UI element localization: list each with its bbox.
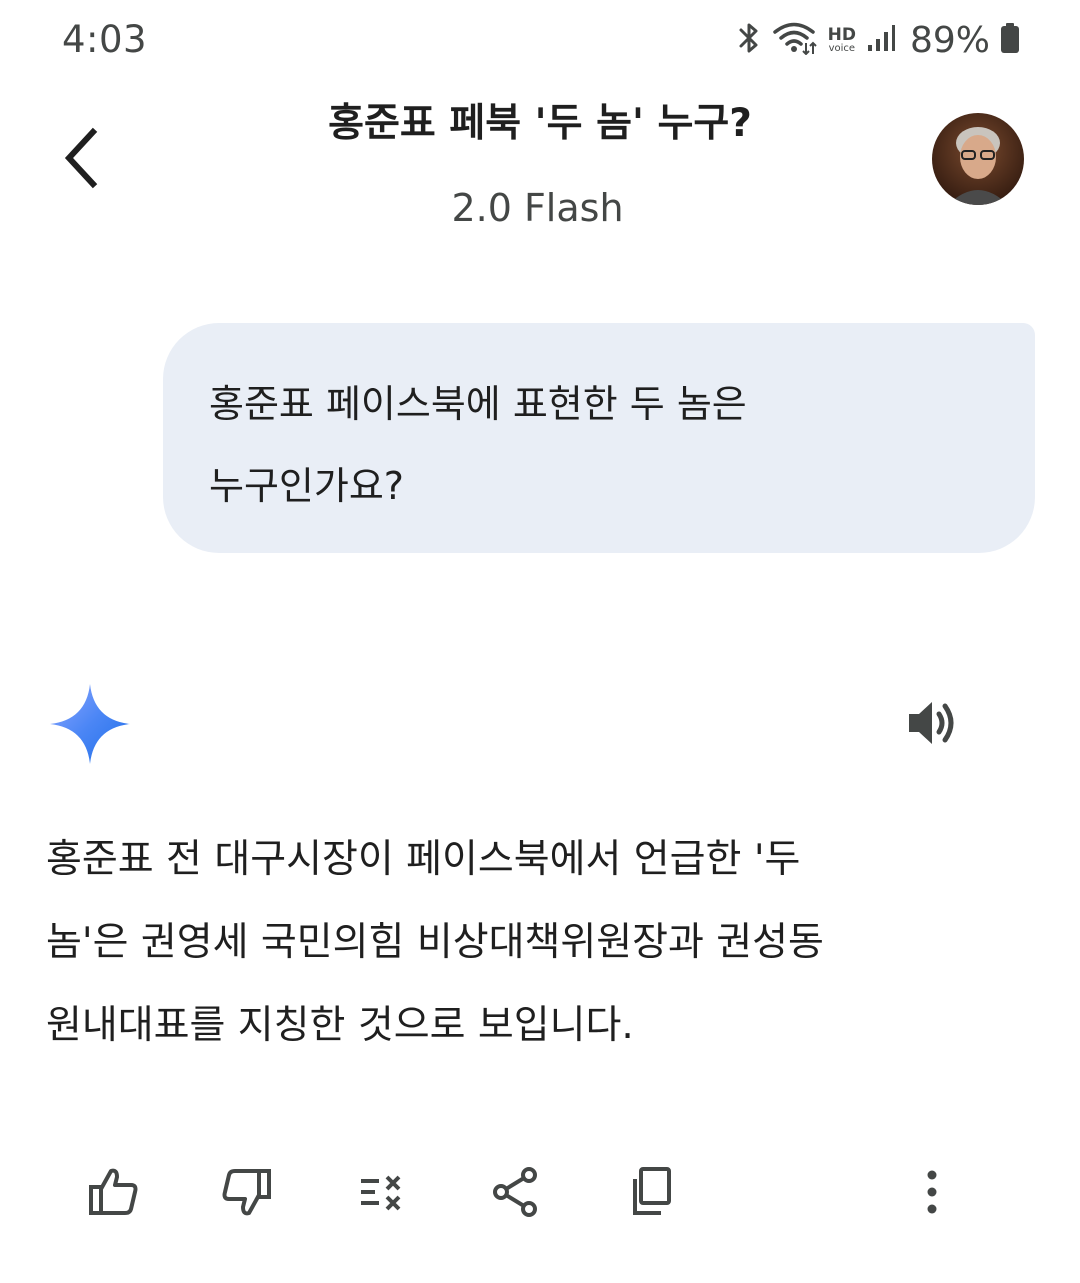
status-time: 4:03 [62,18,148,61]
hd-voice-icon: HD voice [827,24,856,54]
response-line-1: 홍준표 전 대구시장이 페이스북에서 언급한 '두 [46,837,801,882]
share-icon [493,1167,537,1217]
thumbs-down-icon [222,1169,271,1216]
share-button[interactable] [484,1160,548,1224]
user-message-line-2: 누구인가요? [209,464,404,508]
status-bar: 4:03 HD voice 89% [0,0,1080,80]
modify-response-icon [361,1175,401,1211]
response-text: 홍준표 전 대구시장이 페이스북에서 언급한 '두 놈'은 권영세 국민의힘 비… [46,818,1006,1067]
bluetooth-icon [736,21,762,59]
chat-title[interactable]: 홍준표 페북 '두 놈' 누구? [140,92,940,148]
speaker-icon [909,702,954,744]
wifi-icon [772,21,818,59]
signal-icon [866,23,896,57]
user-message-bubble: 홍준표 페이스북에 표현한 두 놈은 누구인가요? [163,323,1035,553]
thumbs-up-icon [89,1168,138,1215]
voice-label: voice [828,42,856,54]
more-options-button[interactable] [900,1160,964,1224]
thumbs-down-button[interactable] [214,1160,278,1224]
hd-label: HD [827,24,856,45]
gemini-chat-screen: 4:03 HD voice 89% 홍준표 페북 '두 놈' 누구? 2.0 F… [0,0,1080,1283]
read-aloud-button[interactable] [900,690,966,756]
battery-percent: 89% [909,19,990,61]
modify-response-button[interactable] [350,1160,414,1224]
status-icons: HD voice 89% [726,18,1020,62]
model-selector[interactable]: 2.0 Flash [140,186,935,230]
more-options-icon [927,1170,937,1214]
battery-icon [1000,22,1020,58]
copy-icon [633,1167,671,1215]
back-arrow-icon [64,127,98,189]
copy-button[interactable] [620,1160,684,1224]
back-button[interactable] [46,118,116,198]
thumbs-up-button[interactable] [82,1160,146,1224]
gemini-sparkle-icon [50,684,130,764]
user-message-line-1: 홍준표 페이스북에 표현한 두 놈은 [209,382,747,426]
user-avatar[interactable] [932,113,1024,205]
response-line-3: 원내대표를 지칭한 것으로 보입니다. [46,1003,634,1048]
response-actions-bar [0,1160,1080,1230]
response-line-2: 놈'은 권영세 국민의힘 비상대책위원장과 권성동 [46,920,824,965]
